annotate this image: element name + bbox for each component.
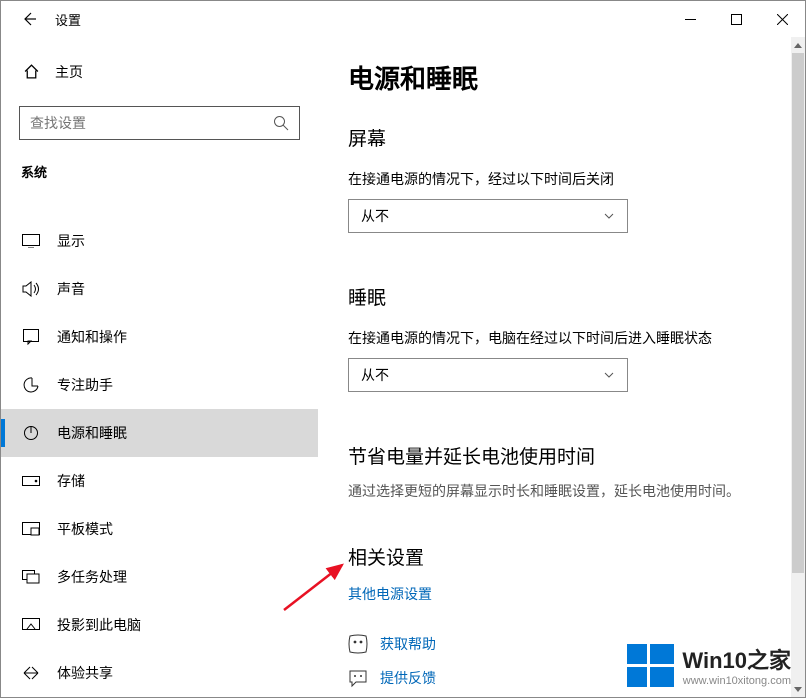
notifications-icon [21, 329, 41, 345]
shared-icon [21, 665, 41, 681]
search-input[interactable] [30, 115, 273, 131]
nav-tablet-mode[interactable]: 平板模式 [1, 505, 318, 553]
home-label: 主页 [41, 62, 83, 82]
window-controls [667, 1, 805, 37]
nav-label: 存储 [41, 471, 85, 491]
save-desc: 通过选择更短的屏幕显示时长和睡眠设置，延长电池使用时间。 [348, 481, 775, 501]
screen-desc: 在接通电源的情况下，经过以下时间后关闭 [348, 169, 775, 189]
minimize-button[interactable] [667, 1, 713, 37]
nav-label: 多任务处理 [41, 567, 127, 587]
nav-focus-assist[interactable]: 专注助手 [1, 361, 318, 409]
page-title: 电源和睡眠 [348, 59, 775, 96]
tablet-icon [21, 522, 41, 536]
home-icon [21, 63, 41, 80]
close-icon [777, 14, 788, 25]
maximize-icon [731, 14, 742, 25]
main-panel: 电源和睡眠 屏幕 在接通电源的情况下，经过以下时间后关闭 从不 睡眠 在接通电源… [318, 37, 805, 697]
save-energy-section: 节省电量并延长电池使用时间 通过选择更短的屏幕显示时长和睡眠设置，延长电池使用时… [348, 442, 775, 501]
save-heading: 节省电量并延长电池使用时间 [348, 442, 775, 469]
storage-icon [21, 476, 41, 486]
chevron-down-icon [603, 369, 615, 381]
screen-section: 屏幕 在接通电源的情况下，经过以下时间后关闭 从不 [348, 124, 775, 233]
maximize-button[interactable] [713, 1, 759, 37]
search-box[interactable] [19, 106, 300, 140]
feedback-label: 提供反馈 [380, 668, 436, 688]
nav-label: 电源和睡眠 [41, 423, 127, 443]
nav-label: 显示 [41, 231, 85, 251]
power-icon [21, 425, 41, 441]
projecting-icon [21, 618, 41, 632]
close-button[interactable] [759, 1, 805, 37]
nav-storage[interactable]: 存储 [1, 457, 318, 505]
nav-shared-experiences[interactable]: 体验共享 [1, 649, 318, 697]
sleep-section: 睡眠 在接通电源的情况下，电脑在经过以下时间后进入睡眠状态 从不 [348, 283, 775, 392]
minimize-icon [685, 14, 696, 25]
feedback-icon [348, 668, 368, 688]
display-icon [21, 234, 41, 248]
nav-notifications[interactable]: 通知和操作 [1, 313, 318, 361]
sleep-desc: 在接通电源的情况下，电脑在经过以下时间后进入睡眠状态 [348, 328, 775, 348]
sidebar: 主页 系统 显示 声音 通知和 [1, 37, 318, 697]
additional-power-settings-link[interactable]: 其他电源设置 [348, 584, 432, 604]
scrollbar-thumb[interactable] [792, 53, 804, 573]
nav-label: 投影到此电脑 [41, 615, 141, 635]
nav-label: 专注助手 [41, 375, 113, 395]
focus-icon [21, 377, 41, 393]
back-arrow-icon [21, 11, 37, 27]
related-section: 相关设置 其他电源设置 [348, 543, 775, 604]
category-title: 系统 [1, 158, 318, 193]
nav-projecting[interactable]: 投影到此电脑 [1, 601, 318, 649]
select-value: 从不 [361, 365, 389, 385]
home-nav[interactable]: 主页 [1, 55, 318, 88]
titlebar: 设置 [1, 1, 805, 37]
nav-label: 声音 [41, 279, 85, 299]
nav-label: 平板模式 [41, 519, 113, 539]
settings-window: 设置 主页 系统 [0, 0, 806, 698]
chevron-down-icon [603, 210, 615, 222]
watermark: Win10之家 www.win10xitong.com [627, 643, 791, 687]
nav-power-sleep[interactable]: 电源和睡眠 [1, 409, 318, 457]
search-icon [273, 115, 289, 131]
nav-label: 体验共享 [41, 663, 113, 683]
scroll-up-button[interactable] [791, 37, 805, 53]
sound-icon [21, 281, 41, 297]
windows-logo-icon [627, 644, 674, 687]
nav-list: 显示 声音 通知和操作 专注助手 电源和睡眠 [1, 193, 318, 697]
watermark-url: www.win10xitong.com [682, 675, 791, 687]
help-label: 获取帮助 [380, 634, 436, 654]
nav-sound[interactable]: 声音 [1, 265, 318, 313]
screen-timeout-select[interactable]: 从不 [348, 199, 628, 233]
nav-multitasking[interactable]: 多任务处理 [1, 553, 318, 601]
nav-display[interactable]: 显示 [1, 217, 318, 265]
sleep-timeout-select[interactable]: 从不 [348, 358, 628, 392]
window-title: 设置 [49, 10, 667, 29]
watermark-text: Win10之家 [682, 643, 791, 675]
content-area: 主页 系统 显示 声音 通知和 [1, 37, 805, 697]
scroll-down-button[interactable] [791, 681, 805, 697]
select-value: 从不 [361, 206, 389, 226]
screen-heading: 屏幕 [348, 124, 775, 151]
vertical-scrollbar[interactable] [791, 37, 805, 697]
related-heading: 相关设置 [348, 543, 775, 570]
help-icon [348, 634, 368, 654]
sleep-heading: 睡眠 [348, 283, 775, 310]
nav-label: 通知和操作 [41, 327, 127, 347]
search-wrap [1, 106, 318, 158]
multitasking-icon [21, 570, 41, 584]
back-button[interactable] [9, 1, 49, 37]
